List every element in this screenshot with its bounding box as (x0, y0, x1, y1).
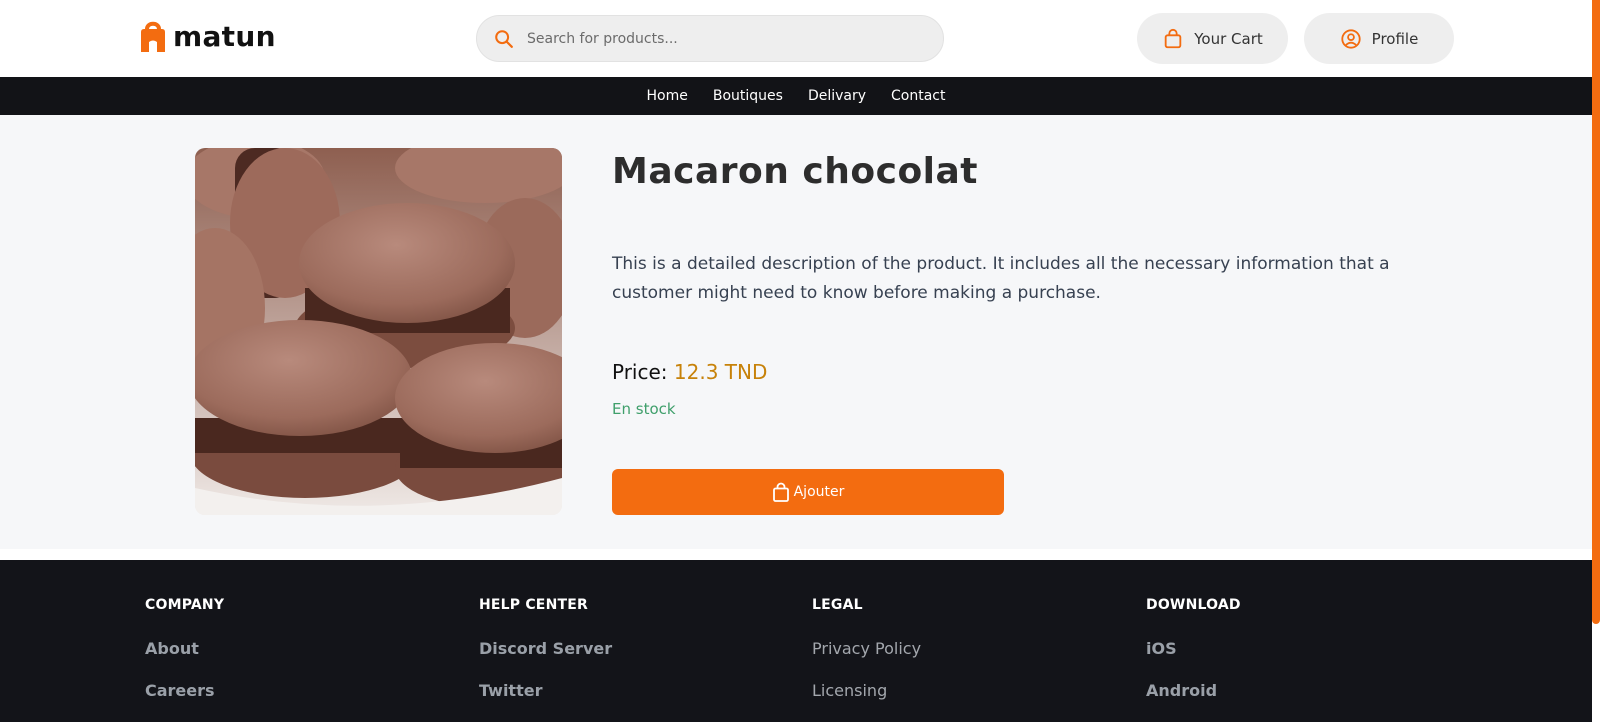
price-label: Price: (612, 360, 668, 384)
search-icon (495, 29, 513, 48)
footer-link-discord[interactable]: Discord Server (479, 639, 612, 681)
profile-button[interactable]: Profile (1304, 13, 1454, 64)
cart-label: Your Cart (1194, 29, 1263, 48)
main-nav: Home Boutiques Delivary Contact (0, 77, 1592, 115)
nav-item-delivery[interactable]: Delivary (808, 88, 866, 104)
add-to-cart-button[interactable]: Ajouter (612, 469, 1004, 515)
footer-column-legal: LEGAL Privacy Policy Licensing (812, 597, 921, 722)
footer-link-careers[interactable]: Careers (145, 681, 224, 722)
brand-logo[interactable]: matun (139, 20, 276, 54)
price-value: 12.3 TND (673, 360, 768, 384)
nav-item-boutiques[interactable]: Boutiques (713, 88, 783, 104)
footer-heading: COMPANY (145, 597, 225, 613)
product-price: Price: 12.3 TND (612, 360, 767, 384)
nav-item-home[interactable]: Home (647, 88, 688, 104)
shopping-bag-icon (1164, 28, 1182, 48)
search-bar[interactable] (476, 15, 944, 62)
nav-item-contact[interactable]: Contact (891, 88, 945, 104)
footer-link-about[interactable]: About (145, 639, 224, 681)
add-to-cart-label: Ajouter (793, 484, 845, 500)
profile-label: Profile (1371, 29, 1419, 48)
scrollbar-thumb[interactable] (1592, 0, 1600, 624)
product-title: Macaron chocolat (612, 151, 979, 192)
user-circle-icon (1341, 28, 1361, 49)
site-footer: COMPANY About Careers HELP CENTER Discor… (0, 560, 1592, 722)
footer-column-company: COMPANY About Careers (145, 597, 224, 722)
product-image (195, 148, 562, 515)
footer-heading: HELP CENTER (479, 597, 588, 613)
footer-heading: DOWNLOAD (1146, 597, 1241, 613)
macarons-photo (195, 148, 562, 515)
footer-heading: LEGAL (812, 597, 863, 613)
shopping-bag-logo-icon (141, 21, 165, 52)
section-divider (0, 549, 1592, 560)
footer-link-twitter[interactable]: Twitter (479, 681, 612, 722)
product-detail: Macaron chocolat This is a detailed desc… (0, 115, 1592, 549)
footer-link-licensing[interactable]: Licensing (812, 681, 921, 722)
shopping-bag-icon (772, 482, 789, 502)
brand-name: matun (173, 20, 276, 53)
cart-button[interactable]: Your Cart (1137, 13, 1288, 64)
footer-link-android[interactable]: Android (1146, 681, 1241, 722)
product-description: This is a detailed description of the pr… (612, 254, 1390, 303)
search-input[interactable] (527, 30, 907, 47)
footer-column-download: DOWNLOAD iOS Android (1146, 597, 1241, 722)
footer-link-privacy-policy[interactable]: Privacy Policy (812, 639, 921, 681)
stock-status: En stock (612, 400, 676, 418)
footer-link-ios[interactable]: iOS (1146, 639, 1241, 681)
footer-column-help-center: HELP CENTER Discord Server Twitter (479, 597, 612, 722)
top-header: matun Your Cart Profile (0, 0, 1592, 77)
